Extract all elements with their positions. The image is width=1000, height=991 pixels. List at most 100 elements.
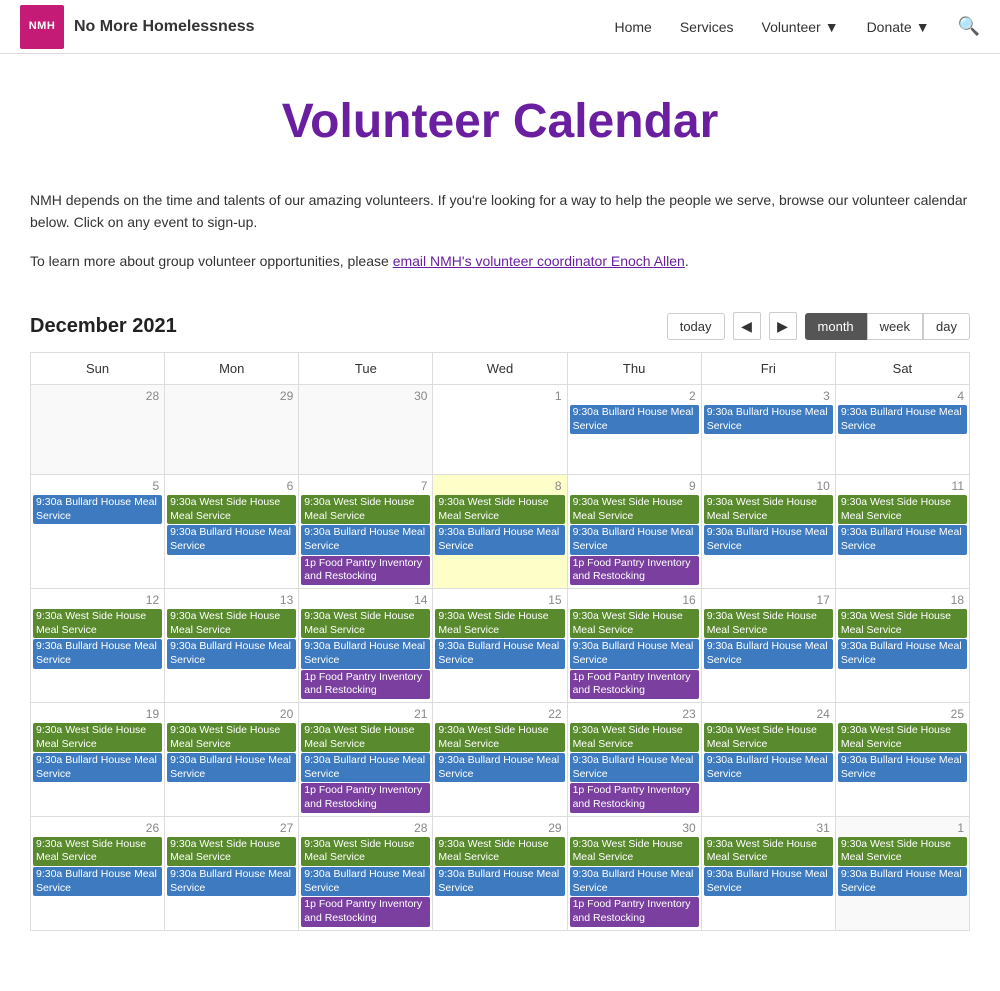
nav-donate[interactable]: Donate ▼ (867, 19, 930, 35)
event-westside[interactable]: 9:30a West Side House Meal Service (435, 723, 564, 752)
event-bullard[interactable]: 9:30a Bullard House Meal Service (167, 525, 296, 554)
day-cell: 17 9:30a West Side House Meal Service 9:… (701, 589, 835, 703)
event-bullard[interactable]: 9:30a Bullard House Meal Service (33, 867, 162, 896)
event-foodpantry[interactable]: 1p Food Pantry Inventory and Restocking (301, 556, 430, 585)
event-foodpantry[interactable]: 1p Food Pantry Inventory and Restocking (301, 670, 430, 699)
page-content: Volunteer Calendar NMH depends on the ti… (10, 54, 990, 991)
event-westside[interactable]: 9:30a West Side House Meal Service (704, 609, 833, 638)
event-foodpantry[interactable]: 1p Food Pantry Inventory and Restocking (570, 783, 699, 812)
event-bullard[interactable]: 9:30a Bullard House Meal Service (301, 639, 430, 668)
event-bullard[interactable]: 9:30a Bullard House Meal Service (301, 525, 430, 554)
event-westside[interactable]: 9:30a West Side House Meal Service (838, 609, 967, 638)
nav-services[interactable]: Services (680, 19, 734, 35)
day-cell: 7 9:30a West Side House Meal Service 9:3… (299, 475, 433, 589)
event-bullard[interactable]: 9:30a Bullard House Meal Service (167, 753, 296, 782)
event-westside[interactable]: 9:30a West Side House Meal Service (301, 609, 430, 638)
event-westside[interactable]: 9:30a West Side House Meal Service (301, 723, 430, 752)
brand: NMH No More Homelessness (20, 5, 255, 49)
event-bullard[interactable]: 9:30a Bullard House Meal Service (838, 525, 967, 554)
event-bullard[interactable]: 9:30a Bullard House Meal Service (435, 525, 564, 554)
event-westside[interactable]: 9:30a West Side House Meal Service (167, 609, 296, 638)
event-westside[interactable]: 9:30a West Side House Meal Service (33, 723, 162, 752)
event-bullard[interactable]: 9:30a Bullard House Meal Service (838, 639, 967, 668)
event-bullard[interactable]: 9:30a Bullard House Meal Service (838, 867, 967, 896)
event-westside[interactable]: 9:30a West Side House Meal Service (704, 837, 833, 866)
event-bullard[interactable]: 9:30a Bullard House Meal Service (435, 639, 564, 668)
event-westside[interactable]: 9:30a West Side House Meal Service (167, 723, 296, 752)
event-bullard[interactable]: 9:30a Bullard House Meal Service (435, 867, 564, 896)
table-row: 12 9:30a West Side House Meal Service 9:… (31, 589, 970, 703)
intro-text-2: To learn more about group volunteer oppo… (30, 250, 970, 272)
page-title: Volunteer Calendar (30, 94, 970, 149)
event-westside[interactable]: 9:30a West Side House Meal Service (570, 723, 699, 752)
event-foodpantry[interactable]: 1p Food Pantry Inventory and Restocking (301, 783, 430, 812)
event-westside[interactable]: 9:30a West Side House Meal Service (435, 495, 564, 524)
event-bullard[interactable]: 9:30a Bullard House Meal Service (570, 639, 699, 668)
day-cell: 30 (299, 385, 433, 475)
event-westside[interactable]: 9:30a West Side House Meal Service (33, 609, 162, 638)
event-bullard[interactable]: 9:30a Bullard House Meal Service (570, 405, 699, 434)
day-cell: 6 9:30a West Side House Meal Service 9:3… (165, 475, 299, 589)
event-foodpantry[interactable]: 1p Food Pantry Inventory and Restocking (301, 897, 430, 926)
search-icon[interactable]: 🔍 (958, 16, 980, 37)
event-bullard[interactable]: 9:30a Bullard House Meal Service (167, 639, 296, 668)
event-bullard[interactable]: 9:30a Bullard House Meal Service (838, 405, 967, 434)
event-westside[interactable]: 9:30a West Side House Meal Service (838, 837, 967, 866)
table-row: 5 9:30a Bullard House Meal Service 6 9:3… (31, 475, 970, 589)
event-westside[interactable]: 9:30a West Side House Meal Service (704, 723, 833, 752)
event-bullard[interactable]: 9:30a Bullard House Meal Service (33, 639, 162, 668)
calendar-month-title: December 2021 (30, 315, 177, 338)
day-cell: 1 (433, 385, 567, 475)
calendar-container: December 2021 today ◀ ▶ month week day S… (30, 312, 970, 930)
event-westside[interactable]: 9:30a West Side House Meal Service (570, 609, 699, 638)
day-cell: 11 9:30a West Side House Meal Service 9:… (835, 475, 969, 589)
event-westside[interactable]: 9:30a West Side House Meal Service (301, 837, 430, 866)
event-westside[interactable]: 9:30a West Side House Meal Service (838, 495, 967, 524)
col-sat: Sat (835, 353, 969, 385)
event-westside[interactable]: 9:30a West Side House Meal Service (704, 495, 833, 524)
brand-name: No More Homelessness (74, 18, 255, 36)
event-westside[interactable]: 9:30a West Side House Meal Service (435, 609, 564, 638)
event-foodpantry[interactable]: 1p Food Pantry Inventory and Restocking (570, 897, 699, 926)
day-cell: 10 9:30a West Side House Meal Service 9:… (701, 475, 835, 589)
event-bullard[interactable]: 9:30a Bullard House Meal Service (704, 405, 833, 434)
event-westside[interactable]: 9:30a West Side House Meal Service (33, 837, 162, 866)
day-cell: 31 9:30a West Side House Meal Service 9:… (701, 816, 835, 930)
month-view-button[interactable]: month (805, 313, 867, 340)
event-bullard[interactable]: 9:30a Bullard House Meal Service (570, 753, 699, 782)
event-bullard[interactable]: 9:30a Bullard House Meal Service (435, 753, 564, 782)
event-bullard[interactable]: 9:30a Bullard House Meal Service (33, 495, 162, 524)
today-button[interactable]: today (667, 313, 725, 340)
event-bullard[interactable]: 9:30a Bullard House Meal Service (704, 867, 833, 896)
event-bullard[interactable]: 9:30a Bullard House Meal Service (704, 639, 833, 668)
event-westside[interactable]: 9:30a West Side House Meal Service (167, 495, 296, 524)
event-bullard[interactable]: 9:30a Bullard House Meal Service (838, 753, 967, 782)
event-westside[interactable]: 9:30a West Side House Meal Service (838, 723, 967, 752)
nav-volunteer[interactable]: Volunteer ▼ (762, 19, 839, 35)
event-westside[interactable]: 9:30a West Side House Meal Service (301, 495, 430, 524)
day-view-button[interactable]: day (923, 313, 970, 340)
chevron-down-icon: ▼ (825, 19, 839, 35)
day-cell: 9 9:30a West Side House Meal Service 9:3… (567, 475, 701, 589)
event-bullard[interactable]: 9:30a Bullard House Meal Service (570, 525, 699, 554)
event-bullard[interactable]: 9:30a Bullard House Meal Service (704, 753, 833, 782)
week-view-button[interactable]: week (867, 313, 923, 340)
next-button[interactable]: ▶ (769, 312, 797, 340)
event-bullard[interactable]: 9:30a Bullard House Meal Service (301, 753, 430, 782)
event-foodpantry[interactable]: 1p Food Pantry Inventory and Restocking (570, 556, 699, 585)
event-bullard[interactable]: 9:30a Bullard House Meal Service (704, 525, 833, 554)
event-westside[interactable]: 9:30a West Side House Meal Service (167, 837, 296, 866)
nav-home[interactable]: Home (614, 19, 651, 35)
event-bullard[interactable]: 9:30a Bullard House Meal Service (301, 867, 430, 896)
event-bullard[interactable]: 9:30a Bullard House Meal Service (33, 753, 162, 782)
email-volunteer-coordinator-link[interactable]: email NMH's volunteer coordinator Enoch … (393, 253, 685, 269)
event-bullard[interactable]: 9:30a Bullard House Meal Service (167, 867, 296, 896)
day-cell: 20 9:30a West Side House Meal Service 9:… (165, 702, 299, 816)
event-westside[interactable]: 9:30a West Side House Meal Service (570, 495, 699, 524)
event-westside[interactable]: 9:30a West Side House Meal Service (570, 837, 699, 866)
event-foodpantry[interactable]: 1p Food Pantry Inventory and Restocking (570, 670, 699, 699)
col-tue: Tue (299, 353, 433, 385)
prev-button[interactable]: ◀ (733, 312, 761, 340)
event-bullard[interactable]: 9:30a Bullard House Meal Service (570, 867, 699, 896)
event-westside[interactable]: 9:30a West Side House Meal Service (435, 837, 564, 866)
